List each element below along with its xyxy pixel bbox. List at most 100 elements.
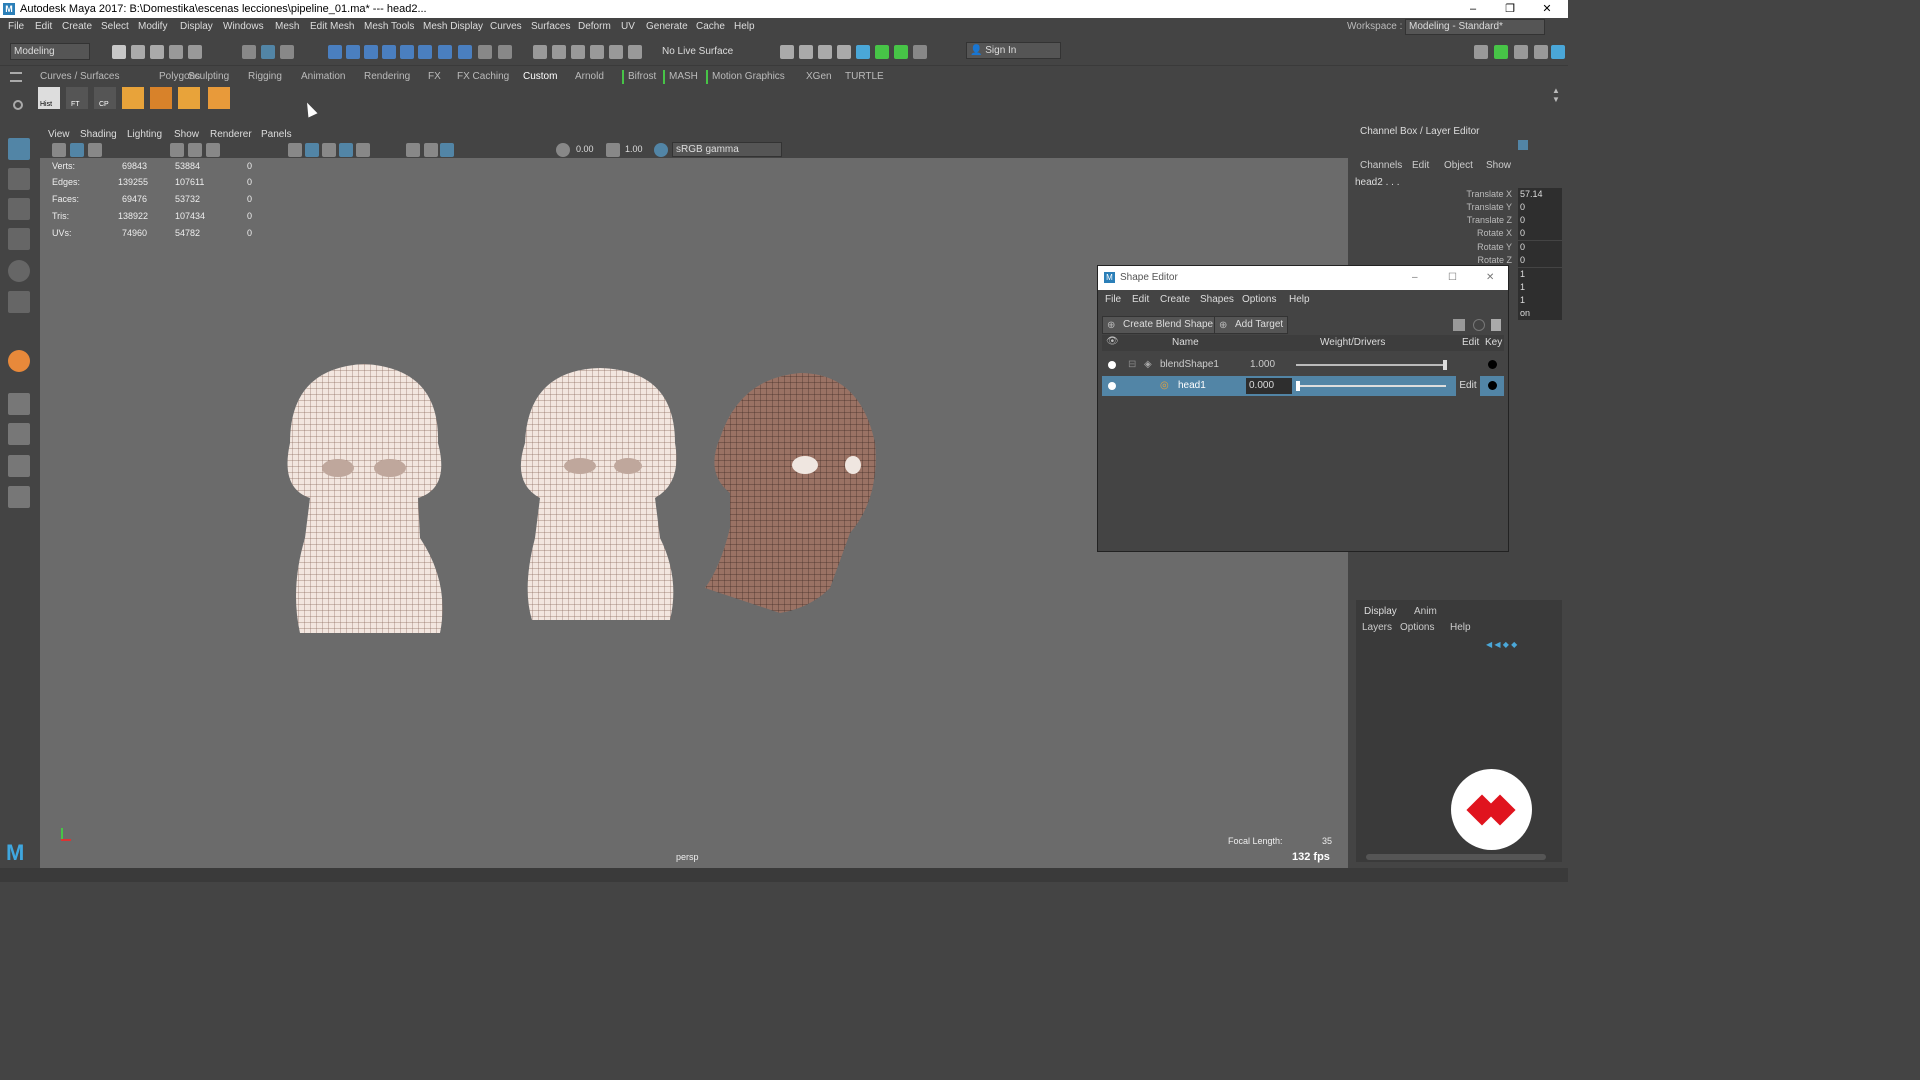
layer-scrollbar[interactable] — [1366, 854, 1546, 860]
layer-menu-options[interactable]: Options — [1400, 622, 1434, 633]
shelf-tab-fx[interactable]: FX — [428, 70, 441, 84]
hypershade-icon[interactable] — [837, 45, 851, 59]
cb-menu-show[interactable]: Show — [1486, 160, 1511, 171]
cb-menu-edit[interactable]: Edit — [1412, 160, 1429, 171]
shelf-settings-icon[interactable] — [13, 100, 23, 110]
se-menu-file[interactable]: File — [1105, 292, 1121, 308]
colorspace-dropdown[interactable]: sRGB gamma — [672, 142, 782, 157]
modeling-toolkit-icon[interactable] — [875, 45, 889, 59]
shape-editor-titlebar[interactable]: M Shape Editor – ☐ ✕ — [1098, 266, 1508, 290]
vp-menu-panels[interactable]: Panels — [261, 128, 292, 142]
se-menu-shapes[interactable]: Shapes — [1200, 292, 1234, 308]
grid-shelf-icon[interactable] — [208, 87, 230, 109]
isolate-select-icon[interactable] — [406, 143, 420, 157]
hist-shelf-icon[interactable]: Hist — [38, 87, 60, 109]
attr-translate-x-value[interactable]: 57.14 — [1518, 188, 1562, 201]
menu-edit-mesh[interactable]: Edit Mesh — [310, 18, 354, 36]
menu-curves[interactable]: Curves — [490, 18, 522, 36]
cb-menu-object[interactable]: Object — [1444, 160, 1473, 171]
lasso-icon[interactable] — [609, 45, 623, 59]
menu-mesh-tools[interactable]: Mesh Tools — [364, 18, 414, 36]
wireframe-icon[interactable] — [288, 143, 302, 157]
grid-toggle-icon[interactable] — [170, 143, 184, 157]
shelf-tab-rendering[interactable]: Rendering — [364, 70, 410, 84]
menu-generate[interactable]: Generate — [646, 18, 688, 36]
head-wireframe-1[interactable] — [287, 364, 443, 633]
se-menu-options[interactable]: Options — [1242, 292, 1276, 308]
target-weight-slider[interactable] — [1296, 385, 1446, 387]
xray-joints-icon[interactable] — [440, 143, 454, 157]
panel-toggle-2-icon[interactable] — [1494, 45, 1508, 59]
textured-icon[interactable] — [339, 143, 353, 157]
restore-button[interactable]: ❐ — [1491, 0, 1529, 18]
menu-file[interactable]: File — [8, 18, 24, 36]
undo-icon[interactable] — [169, 45, 183, 59]
mode-dropdown[interactable]: Modeling — [10, 43, 90, 60]
bookmark-icon[interactable] — [88, 143, 102, 157]
lights-icon[interactable] — [356, 143, 370, 157]
shelf-tab-curves-surfaces[interactable]: Curves / Surfaces — [40, 70, 119, 84]
panel-toggle-4-icon[interactable] — [1534, 45, 1548, 59]
refresh-icon[interactable] — [1473, 319, 1485, 331]
film-gate-icon[interactable] — [188, 143, 202, 157]
exposure-value[interactable]: 0.00 — [576, 144, 594, 154]
channel-box-toggle-icon[interactable] — [1551, 45, 1565, 59]
history-icon[interactable] — [458, 45, 472, 59]
menu-select[interactable]: Select — [101, 18, 129, 36]
select-tool-icon[interactable] — [8, 138, 30, 160]
menu-mesh-display[interactable]: Mesh Display — [423, 18, 483, 36]
close-button[interactable]: ✕ — [1528, 0, 1566, 18]
se-menu-help[interactable]: Help — [1289, 292, 1310, 308]
render-view-icon[interactable] — [856, 45, 870, 59]
shelf-tab-bifrost[interactable]: Bifrost — [622, 70, 656, 84]
attr-visibility-value[interactable]: on — [1518, 307, 1562, 320]
shelf-tab-custom[interactable]: Custom — [523, 70, 557, 84]
channel-box-toggle-icon[interactable] — [1518, 140, 1528, 150]
target-weight-field[interactable]: 0.000 — [1246, 378, 1292, 394]
lasso-tool-icon[interactable] — [8, 168, 30, 190]
attr-rotate-x-value[interactable]: 0 — [1518, 227, 1562, 240]
pause-icon[interactable] — [913, 45, 927, 59]
layer-tab-display[interactable]: Display — [1364, 606, 1397, 617]
shelf-tab-motion-graphics[interactable]: Motion Graphics — [706, 70, 785, 84]
blendshape-row[interactable]: ⊟ ◈ blendShape1 1.000 — [1102, 355, 1504, 375]
se-close-button[interactable]: ✕ — [1486, 266, 1494, 290]
new-folder-icon[interactable] — [1453, 319, 1465, 331]
output-ops-icon[interactable] — [552, 45, 566, 59]
select-object-icon[interactable] — [261, 45, 275, 59]
menu-display[interactable]: Display — [180, 18, 213, 36]
gamma-value[interactable]: 1.00 — [625, 144, 643, 154]
combine-shelf-icon[interactable] — [150, 87, 172, 109]
attr-scale-y-value[interactable]: 1 — [1518, 281, 1562, 294]
paint-select-tool-icon[interactable] — [8, 198, 30, 220]
shelf-menu-icon[interactable] — [10, 72, 22, 82]
attribute-editor-icon[interactable] — [894, 45, 908, 59]
render-settings-icon[interactable] — [780, 45, 794, 59]
resolution-gate-icon[interactable] — [206, 143, 220, 157]
rotate-tool-icon[interactable] — [8, 260, 30, 282]
camera-attributes-icon[interactable] — [70, 143, 84, 157]
scale-tool-icon[interactable] — [8, 291, 30, 313]
redo-icon[interactable] — [188, 45, 202, 59]
cube-shelf-icon[interactable] — [178, 87, 200, 109]
vp-menu-lighting[interactable]: Lighting — [127, 128, 162, 142]
freeze-transform-shelf-icon[interactable]: FT — [66, 87, 88, 109]
se-maximize-button[interactable]: ☐ — [1448, 266, 1457, 290]
menu-edit[interactable]: Edit — [35, 18, 52, 36]
visibility-toggle-icon[interactable] — [1108, 361, 1116, 369]
shelf-tab-sculpting[interactable]: Sculpting — [188, 70, 229, 84]
add-target-button[interactable]: ⊕ Add Target — [1214, 316, 1289, 334]
wireframe-on-shaded-icon[interactable] — [322, 143, 336, 157]
minimize-button[interactable]: – — [1454, 0, 1492, 18]
live-surface-label[interactable]: No Live Surface — [662, 46, 733, 57]
shelf-tab-xgen[interactable]: XGen — [806, 70, 832, 84]
menu-create[interactable]: Create — [62, 18, 92, 36]
single-perspective-layout-icon[interactable] — [8, 393, 30, 415]
panel-toggle-3-icon[interactable] — [1514, 45, 1528, 59]
blendshape-slider-handle[interactable] — [1443, 360, 1447, 370]
shelf-tab-mash[interactable]: MASH — [663, 70, 698, 84]
attr-rotate-y-value[interactable]: 0 — [1518, 241, 1562, 254]
new-scene-icon[interactable] — [112, 45, 126, 59]
input-ops-icon[interactable] — [533, 45, 547, 59]
head-shaded-3[interactable] — [705, 373, 876, 613]
